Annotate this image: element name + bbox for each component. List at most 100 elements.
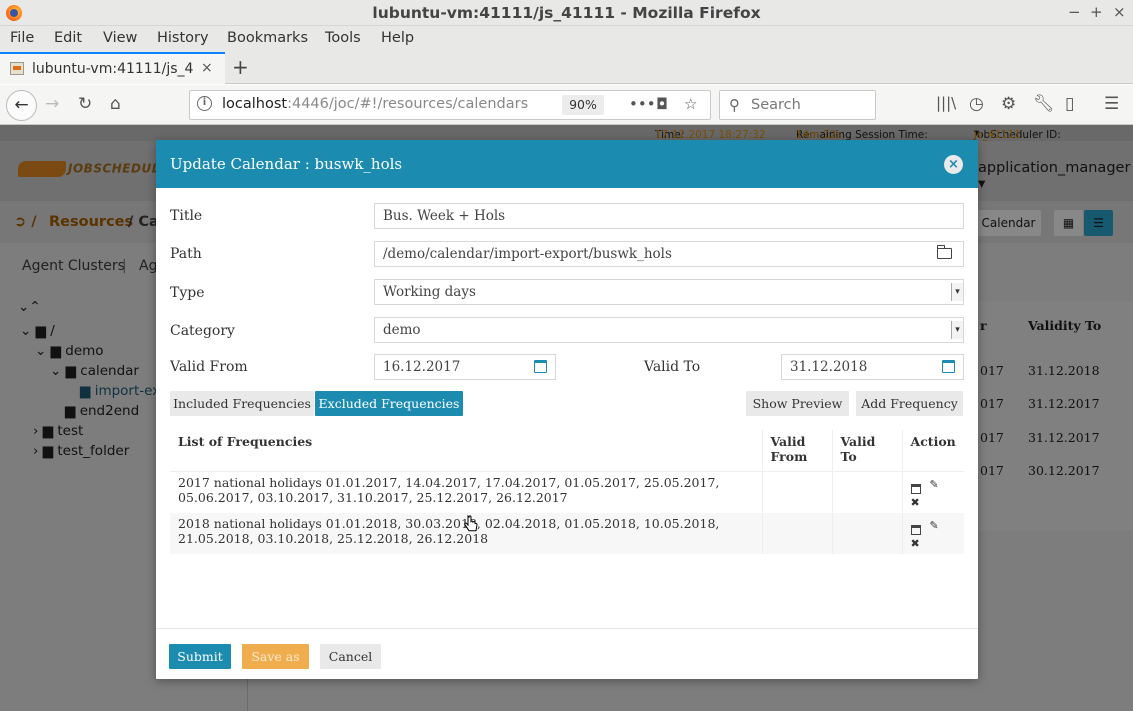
delete-x-icon[interactable]: ✖ [911, 536, 920, 551]
url-bar[interactable]: i localhost:4446/joc/#!/resources/calend… [189, 90, 711, 120]
folder-browse-icon[interactable] [937, 245, 952, 259]
modal-close-icon[interactable]: × [944, 155, 963, 174]
menu-tools[interactable]: Tools [325, 30, 361, 46]
col-valid-from: Valid From [762, 430, 833, 472]
breadcrumb-resources[interactable]: Resources [49, 214, 133, 230]
tab-excluded-frequencies[interactable]: Excluded Frequencies [315, 391, 463, 416]
valid-to-label: Valid To [644, 359, 701, 375]
tab-included-frequencies[interactable]: Included Frequencies [170, 391, 314, 416]
tree-collapse-icon[interactable]: ⌄⌃ [18, 299, 41, 315]
tree-node-demo[interactable]: ⌄ ▆ demo [35, 343, 104, 359]
calendar-icon[interactable] [942, 360, 955, 373]
tab-agent-clusters[interactable]: Agent Clusters [22, 258, 125, 274]
show-preview-button[interactable]: Show Preview [746, 391, 849, 416]
page-actions-icon[interactable]: ••• [629, 95, 656, 113]
valid-from-label: Valid From [170, 359, 248, 375]
title-field[interactable]: Bus. Week + Hols [374, 203, 964, 229]
search-placeholder: Search [751, 97, 801, 113]
menu-edit[interactable]: Edit [54, 30, 82, 46]
history-clock-icon[interactable]: ◷ [969, 94, 984, 114]
menu-view[interactable]: View [103, 30, 137, 46]
back-button[interactable]: ← [6, 90, 37, 121]
tree-node-test[interactable]: › ▆ test [33, 423, 83, 439]
library-icon[interactable]: |||\ [936, 94, 956, 112]
grid-view-icon[interactable]: ▦ [1054, 210, 1083, 236]
chevron-down-icon[interactable]: ▾ [951, 283, 963, 301]
home-button[interactable]: ⌂ [110, 94, 121, 114]
path-label: Path [170, 246, 202, 262]
tree-node-test-folder[interactable]: › ▆ test_folder [33, 443, 129, 459]
modal-title: Update Calendar : buswk_hols [170, 155, 403, 173]
valid-to-value: 31.12.2018 [790, 359, 868, 375]
menu-help[interactable]: Help [381, 30, 414, 46]
category-select[interactable]: demo ▾ [374, 317, 964, 343]
title-label: Title [170, 208, 203, 224]
search-input[interactable]: ⚲ Search [719, 90, 876, 120]
tab-bar: lubuntu-vm:41111/js_41111 × + [0, 52, 1133, 84]
settings-gear-icon[interactable]: ⚙ [1001, 94, 1016, 114]
list-view-icon[interactable]: ☰ [1084, 210, 1113, 236]
tab-label: lubuntu-vm:41111/js_41111 [32, 61, 194, 77]
reload-button[interactable]: ↻ [78, 94, 92, 114]
type-select[interactable]: Working days ▾ [374, 279, 964, 305]
window-titlebar: lubuntu-vm:41111/js_41111 - Mozilla Fire… [0, 0, 1133, 26]
menu-file[interactable]: File [10, 30, 34, 46]
save-as-button[interactable]: Save as [242, 644, 309, 669]
calendar-icon[interactable] [910, 483, 921, 494]
valid-from-field[interactable]: 16.12.2017 [374, 354, 556, 380]
tree-node-end2end[interactable]: ▆ end2end [65, 403, 139, 419]
delete-x-icon[interactable]: ✖ [911, 495, 920, 510]
sidebar-toggle-icon[interactable]: ▯ [1065, 94, 1074, 114]
forward-button[interactable]: → [45, 94, 59, 114]
jobscheduler-id: js_41111 [974, 129, 1022, 141]
tab-agents[interactable]: Ag [139, 258, 157, 274]
tab-close-icon[interactable]: × [201, 60, 213, 76]
submit-button[interactable]: Submit [169, 644, 231, 669]
add-frequency-button[interactable]: Add Frequency [856, 391, 963, 416]
menu-bar: File Edit View History Bookmarks Tools H… [0, 26, 1133, 52]
new-tab-button[interactable]: + [232, 55, 249, 79]
edit-pencil-icon[interactable]: ✎ [930, 518, 939, 533]
path-field[interactable]: /demo/calendar/import-export/buswk_hols [374, 241, 964, 267]
search-icon: ⚲ [729, 96, 740, 114]
col-list-of-frequencies: List of Frequencies [170, 430, 763, 472]
bookmark-star-icon[interactable]: ☆ [684, 95, 697, 113]
frequency-valid-from [762, 471, 833, 513]
breadcrumb-current: / Ca [128, 214, 159, 230]
table-row: 2017 national holidays 01.01.2017, 14.04… [170, 471, 964, 513]
hamburger-menu-icon[interactable]: ☰ [1104, 94, 1119, 114]
menu-history[interactable]: History [157, 30, 209, 46]
calendar-icon[interactable] [910, 524, 921, 535]
minimize-button[interactable]: − [1068, 3, 1081, 21]
browser-tab[interactable]: lubuntu-vm:41111/js_41111 × [0, 52, 225, 84]
chevron-down-icon[interactable]: ▾ [951, 321, 963, 339]
edit-pencil-icon[interactable]: ✎ [930, 477, 939, 492]
col-valid-to: Valid To [832, 430, 903, 472]
category-value: demo [383, 322, 421, 338]
calendar-icon[interactable] [534, 360, 547, 373]
calendar-list-table: r Validity To 017 31.12.2018 017 31.12.2… [978, 301, 1133, 531]
frequency-text: 2017 national holidays 01.01.2017, 14.04… [170, 471, 763, 513]
site-info-icon[interactable]: i [197, 96, 212, 111]
type-label: Type [170, 285, 205, 301]
jobscheduler-logo[interactable]: JOBSCHEDULER [18, 161, 178, 177]
url-text[interactable]: localhost:4446/joc/#!/resources/calendar… [222, 96, 528, 112]
add-calendar-button[interactable]: Calendar [976, 210, 1041, 236]
zoom-level-badge[interactable]: 90% [562, 95, 604, 115]
developer-wrench-icon[interactable]: 🔧︎ [1033, 94, 1055, 114]
pocket-icon[interactable]: ◘ [656, 95, 668, 113]
validity-to-header: Validity To [1028, 318, 1102, 333]
menu-bookmarks[interactable]: Bookmarks [227, 30, 308, 46]
cancel-button[interactable]: Cancel [320, 644, 381, 669]
maximize-button[interactable]: + [1090, 3, 1103, 21]
modal-footer: Submit Save as Cancel [156, 628, 978, 679]
tree-node-root[interactable]: ⌄ ▆ / [20, 323, 55, 339]
user-menu[interactable]: application_manager ▾ [978, 160, 1133, 192]
close-window-button[interactable]: × [1113, 3, 1126, 21]
valid-to-field[interactable]: 31.12.2018 [781, 354, 964, 380]
valid-from-value: 16.12.2017 [383, 359, 461, 375]
breadcrumb-back-icon[interactable]: ➲ / [14, 214, 37, 230]
modal-header: Update Calendar : buswk_hols × [156, 140, 978, 188]
tree-node-calendar[interactable]: ⌄ ▆ calendar [50, 363, 139, 379]
jobscheduler-favicon-icon [10, 62, 24, 75]
